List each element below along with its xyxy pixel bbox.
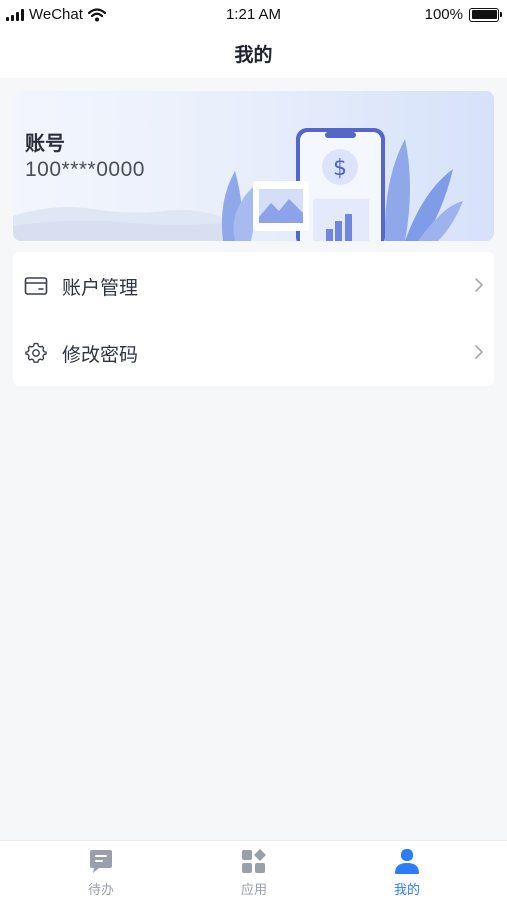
tab-todo[interactable]: 待办 (61, 849, 141, 899)
chevron-right-icon (475, 345, 483, 359)
account-number: 100****0000 (25, 158, 145, 181)
tab-label: 我的 (393, 883, 420, 898)
menu-item-label: 修改密码 (62, 344, 139, 366)
tab-label: 待办 (87, 883, 114, 898)
menu-card: 账户管理 修改密码 (13, 252, 494, 386)
gear-icon (25, 342, 47, 363)
menu-item-account-management[interactable]: 账户管理 (13, 252, 494, 319)
status-bar: WeChat 1:21 AM 100% (0, 0, 507, 30)
apps-grid-icon (242, 849, 266, 873)
battery-icon (469, 7, 502, 22)
tab-apps[interactable]: 应用 (214, 849, 294, 899)
nav-header: 我的 (0, 30, 507, 78)
person-icon (395, 849, 419, 874)
account-card: $ 账号 100****0000 (13, 91, 494, 241)
status-right: 100% (424, 6, 502, 23)
page-title: 我的 (234, 44, 273, 66)
account-label: 账号 (25, 131, 65, 155)
svg-text:$: $ (333, 156, 347, 181)
chevron-right-icon (475, 278, 483, 292)
menu-item-change-password[interactable]: 修改密码 (13, 319, 494, 386)
battery-percent: 100% (424, 6, 463, 23)
tab-bar: 待办 应用 我的 (0, 840, 507, 900)
tab-mine[interactable]: 我的 (367, 849, 447, 899)
message-icon (90, 850, 112, 873)
tab-label: 应用 (240, 883, 267, 898)
card-icon (24, 277, 48, 295)
menu-item-label: 账户管理 (62, 277, 139, 299)
